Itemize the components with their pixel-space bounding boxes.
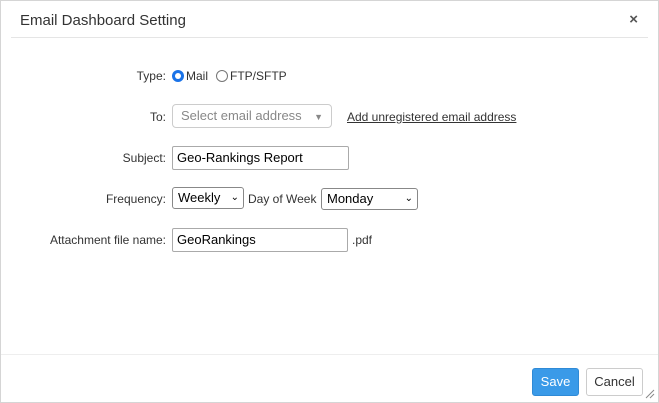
close-icon[interactable]: × bbox=[629, 12, 638, 28]
attachment-extension: .pdf bbox=[352, 233, 373, 247]
day-of-week-select[interactable]: Monday ⌄ bbox=[321, 188, 418, 210]
type-ftp-label[interactable]: FTP/SFTP bbox=[230, 69, 287, 83]
subject-input[interactable]: Geo-Rankings Report bbox=[172, 146, 349, 170]
attachment-filename-input[interactable]: GeoRankings bbox=[172, 228, 348, 252]
frequency-value: Weekly bbox=[178, 190, 221, 205]
frequency-label: Frequency: bbox=[105, 192, 166, 206]
type-ftp-radio[interactable] bbox=[216, 70, 229, 82]
email-dashboard-dialog: Email Dashboard Setting × Type: Mail FTP… bbox=[0, 0, 659, 403]
dialog-header: Email Dashboard Setting × bbox=[1, 1, 658, 39]
footer-divider bbox=[1, 354, 658, 355]
dialog-title: Email Dashboard Setting bbox=[20, 12, 186, 29]
resize-handle-icon[interactable] bbox=[645, 389, 655, 399]
email-address-select[interactable]: Select email address ▼ bbox=[172, 104, 332, 128]
subject-label: Subject: bbox=[122, 151, 166, 165]
type-mail-radio[interactable] bbox=[172, 70, 184, 82]
type-radio-group: Mail FTP/SFTP bbox=[172, 68, 295, 84]
chevron-down-icon: ⌄ bbox=[230, 192, 239, 203]
type-label: Type: bbox=[136, 69, 166, 83]
type-mail-label[interactable]: Mail bbox=[186, 69, 208, 83]
save-button[interactable]: Save bbox=[532, 368, 579, 396]
cancel-button[interactable]: Cancel bbox=[586, 368, 643, 396]
day-of-week-value: Monday bbox=[327, 191, 374, 206]
add-unregistered-email-link[interactable]: Add unregistered email address bbox=[347, 110, 516, 124]
chevron-down-icon: ⌄ bbox=[404, 193, 413, 204]
email-address-placeholder: Select email address bbox=[181, 108, 302, 123]
header-divider bbox=[11, 37, 648, 38]
attachment-label: Attachment file name: bbox=[49, 233, 166, 247]
frequency-select[interactable]: Weekly ⌄ bbox=[172, 187, 244, 209]
day-of-week-label: Day of Week bbox=[248, 192, 317, 206]
chevron-down-icon: ▼ bbox=[314, 112, 323, 122]
to-label: To: bbox=[149, 110, 166, 124]
